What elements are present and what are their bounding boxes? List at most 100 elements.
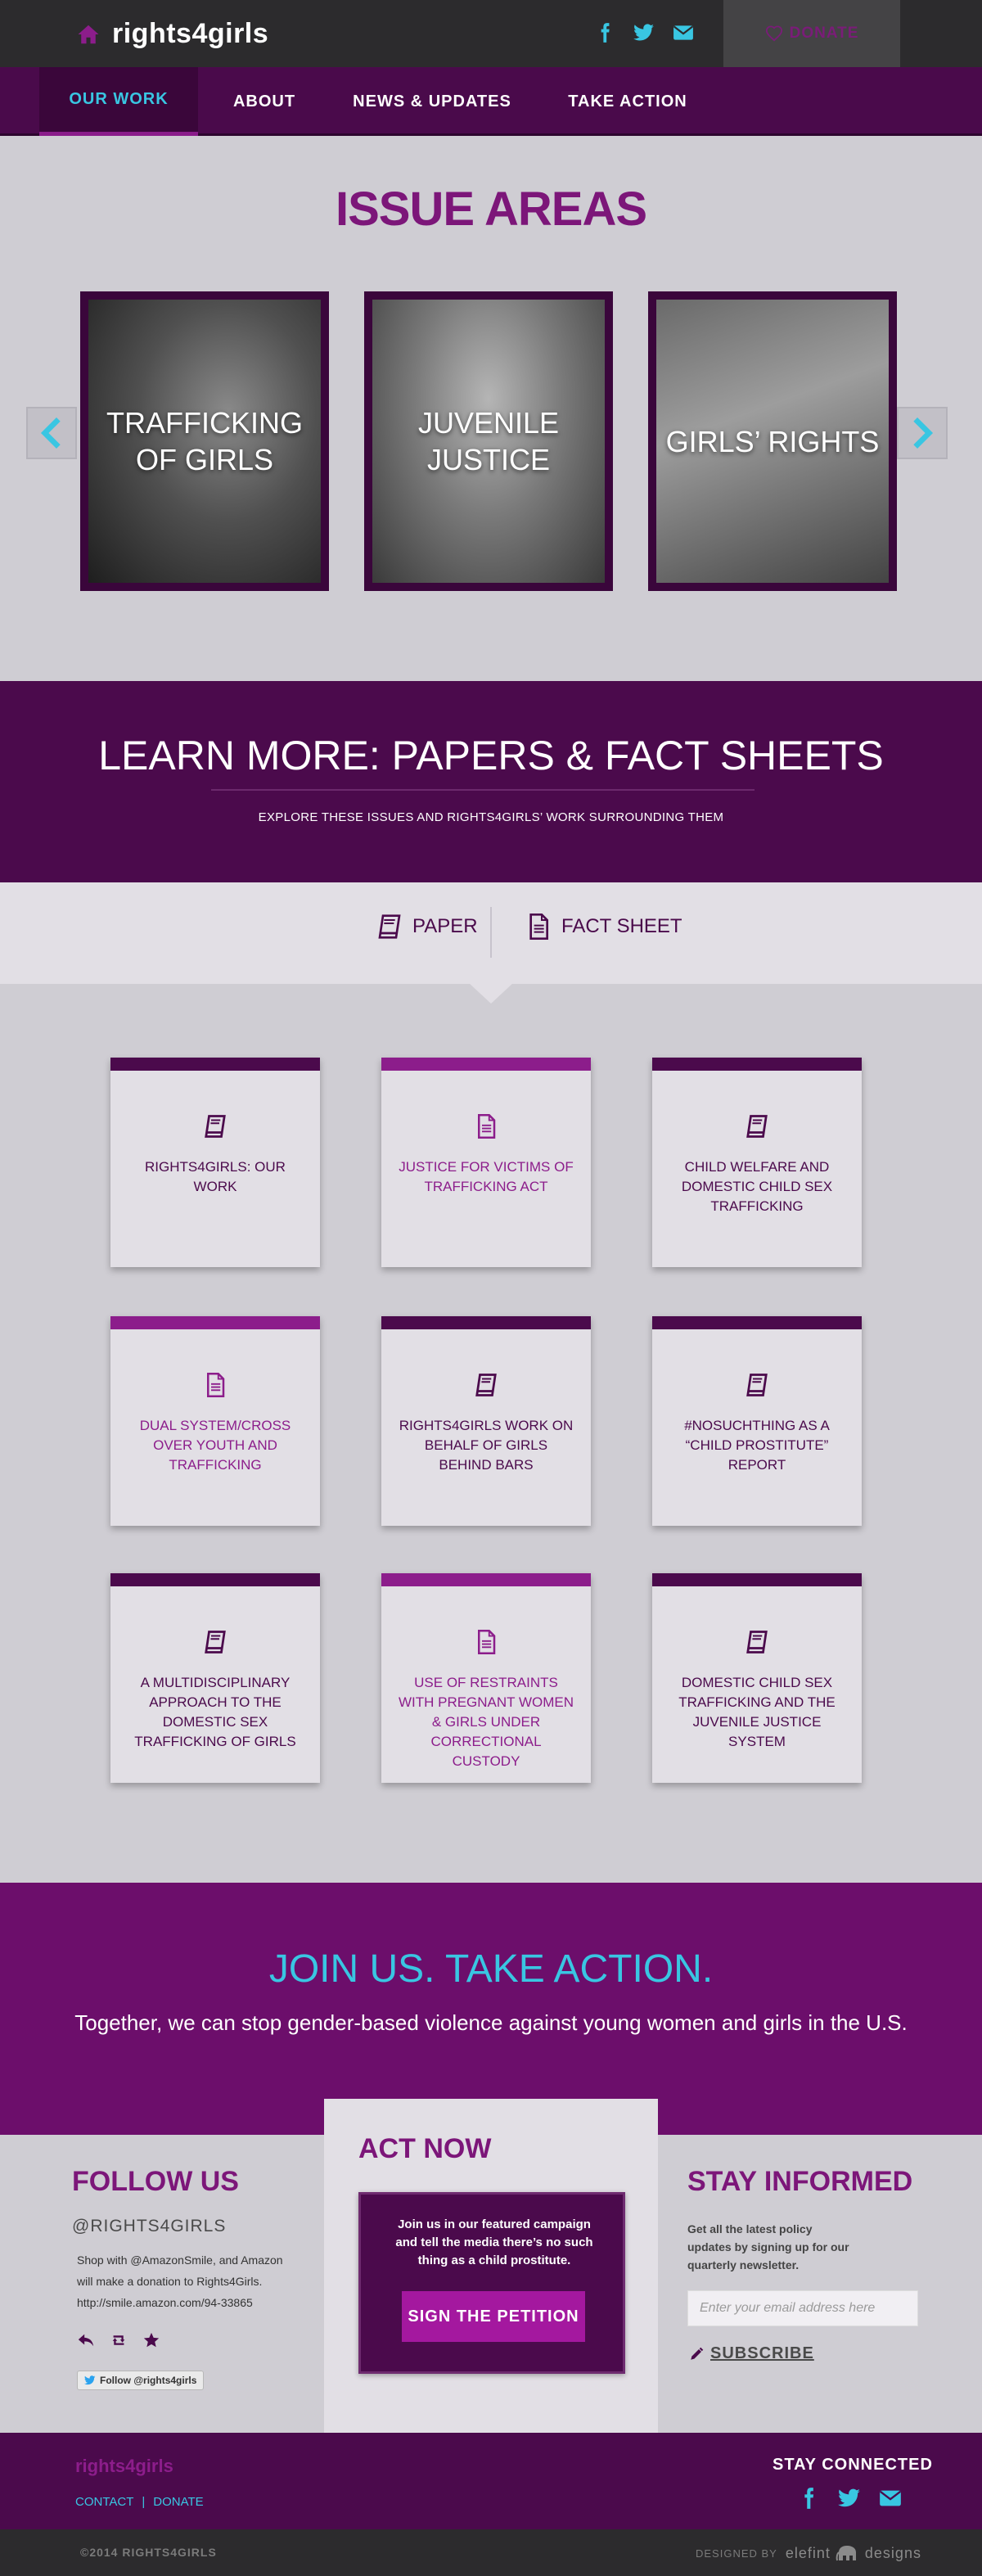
document-icon <box>207 1373 225 1397</box>
follow-button-label: Follow @rights4girls <box>100 2375 197 2386</box>
newsletter-email-input[interactable] <box>687 2290 918 2326</box>
main-nav: OUR WORK ABOUT NEWS & UPDATES TAKE ACTIO… <box>0 67 982 136</box>
email-icon[interactable] <box>879 2487 902 2510</box>
favorite-icon[interactable] <box>142 2331 160 2349</box>
nav-item-about[interactable]: ABOUT <box>219 67 309 136</box>
book-icon <box>746 1115 768 1138</box>
stay-connected-heading: STAY CONNECTED <box>773 2456 933 2474</box>
footer-link-separator: | <box>142 2495 146 2509</box>
footer-donate-link[interactable]: DONATE <box>153 2495 203 2509</box>
document-card[interactable]: DUAL SYSTEM/CROSS OVER YOUTH AND TRAFFIC… <box>110 1316 320 1526</box>
brand[interactable]: rights4girls <box>76 18 268 50</box>
filter-pointer <box>468 982 514 1004</box>
document-card[interactable]: DOMESTIC CHILD SEX TRAFFICKING AND THE J… <box>652 1573 862 1783</box>
document-card-title: JUSTICE FOR VICTIMS OF TRAFFICKING ACT <box>399 1159 574 1194</box>
tweet-actions <box>77 2331 160 2349</box>
document-icon <box>529 914 548 940</box>
issue-label: JUVENILE JUSTICE <box>417 406 560 476</box>
copyright-bar: ©2014 RIGHTS4GIRLS DESIGNED BY elefint d… <box>0 2529 982 2576</box>
filter-tab-paper[interactable]: PAPER <box>376 914 478 940</box>
learn-more-subtitle: EXPLORE THESE ISSUES AND RIGHTS4GIRLS’ W… <box>258 810 724 824</box>
issue-image-girls-rights: GIRLS’ RIGHTS <box>656 300 889 583</box>
document-card[interactable]: USE OF RESTRAINTS WITH PREGNANT WOMEN & … <box>381 1573 591 1783</box>
document-filter: PAPER FACT SHEET <box>0 882 982 984</box>
twitter-handle: @RIGHTS4GIRLS <box>72 2217 227 2235</box>
filter-tab-fact-sheet[interactable]: FACT SHEET <box>525 914 682 940</box>
copyright: ©2014 RIGHTS4GIRLS <box>80 2546 217 2559</box>
document-card[interactable]: JUSTICE FOR VICTIMS OF TRAFFICKING ACT <box>381 1058 591 1267</box>
filter-divider <box>490 907 492 958</box>
document-card-title: DUAL SYSTEM/CROSS OVER YOUTH AND TRAFFIC… <box>139 1418 291 1473</box>
book-icon <box>205 1631 226 1653</box>
heart-icon <box>765 25 782 42</box>
footer: rights4girls CONTACT | DONATE STAY CONNE… <box>0 2433 982 2529</box>
subscribe-link[interactable]: SUBSCRIBE <box>689 2344 814 2363</box>
top-bar: rights4girls DONATE <box>0 0 982 67</box>
issue-card-juvenile-justice[interactable]: JUVENILE JUSTICE <box>364 291 613 591</box>
issue-image-trafficking: TRAFFICKING OF GIRLS <box>88 300 321 583</box>
donate-label: DONATE <box>789 25 859 42</box>
document-card-bar <box>652 1058 862 1071</box>
document-card-bar <box>381 1573 591 1586</box>
footer-brand[interactable]: rights4girls <box>75 2456 173 2477</box>
document-icon <box>478 1630 496 1654</box>
document-card-title: A MULTIDISCIPLINARY APPROACH TO THE DOME… <box>134 1675 296 1749</box>
elephant-icon <box>836 2546 856 2561</box>
reply-icon[interactable] <box>77 2331 95 2349</box>
book-icon <box>746 1631 768 1653</box>
issue-card-girls-rights[interactable]: GIRLS’ RIGHTS <box>648 291 897 591</box>
carousel-prev-button[interactable] <box>26 407 77 459</box>
petition-box: Join us in our featured campaign and tel… <box>358 2192 625 2374</box>
sign-petition-button[interactable]: SIGN THE PETITION <box>402 2291 585 2342</box>
book-icon <box>205 1115 226 1138</box>
footer-contact-link[interactable]: CONTACT <box>75 2495 133 2509</box>
filter-fact-label: FACT SHEET <box>561 915 682 937</box>
document-card-title: #NOSUCHTHING AS A “CHILD PROSTITUTE” REP… <box>684 1418 830 1473</box>
stay-informed-heading: STAY INFORMED <box>687 2166 913 2197</box>
home-icon <box>78 25 99 43</box>
document-card-title: DOMESTIC CHILD SEX TRAFFICKING AND THE J… <box>678 1675 836 1749</box>
retweet-icon[interactable] <box>110 2331 128 2349</box>
footer-social-links <box>797 2487 902 2510</box>
document-card-title: CHILD WELFARE AND DOMESTIC CHILD SEX TRA… <box>681 1159 833 1214</box>
document-card-bar <box>652 1316 862 1329</box>
facebook-icon[interactable] <box>797 2487 820 2510</box>
document-card-bar <box>110 1058 320 1071</box>
brand-name: rights4girls <box>112 18 269 49</box>
document-card[interactable]: A MULTIDISCIPLINARY APPROACH TO THE DOME… <box>110 1573 320 1783</box>
document-card[interactable]: RIGHTS4GIRLS: OUR WORK <box>110 1058 320 1267</box>
act-now-panel: ACT NOW Join us in our featured campaign… <box>324 2099 658 2433</box>
social-links <box>594 22 694 43</box>
twitter-icon[interactable] <box>838 2487 861 2510</box>
document-card[interactable]: CHILD WELFARE AND DOMESTIC CHILD SEX TRA… <box>652 1058 862 1267</box>
twitter-icon[interactable] <box>633 22 655 43</box>
divider <box>211 789 755 791</box>
designer-credit[interactable]: DESIGNED BY elefint designs <box>696 2544 921 2562</box>
book-icon <box>378 914 401 939</box>
donate-button[interactable]: DONATE <box>723 0 900 67</box>
issue-image-juvenile-justice: JUVENILE JUSTICE <box>372 300 605 583</box>
facebook-icon[interactable] <box>594 22 615 43</box>
document-card[interactable]: RIGHTS4GIRLS WORK ON BEHALF OF GIRLS BEH… <box>381 1316 591 1526</box>
document-card[interactable]: #NOSUCHTHING AS A “CHILD PROSTITUTE” REP… <box>652 1316 862 1526</box>
designer-logo: elefint designs <box>785 2544 921 2561</box>
document-card-title: USE OF RESTRAINTS WITH PREGNANT WOMEN & … <box>398 1675 574 1769</box>
join-subtitle: Together, we can stop gender-based viole… <box>74 2010 908 2035</box>
nav-item-our-work[interactable]: OUR WORK <box>39 67 198 136</box>
nav-item-news-updates[interactable]: NEWS & UPDATES <box>350 67 514 136</box>
issue-label: GIRLS’ RIGHTS <box>665 424 880 458</box>
issue-card-trafficking[interactable]: TRAFFICKING OF GIRLS <box>80 291 329 591</box>
email-icon[interactable] <box>673 22 694 43</box>
nav-item-take-action[interactable]: TAKE ACTION <box>563 67 692 136</box>
petition-text: Join us in our featured campaign and tel… <box>395 2217 593 2267</box>
filter-paper-label: PAPER <box>412 915 478 937</box>
document-card-bar <box>110 1316 320 1329</box>
carousel-next-button[interactable] <box>897 407 948 459</box>
twitter-follow-button[interactable]: Follow @rights4girls <box>77 2371 205 2390</box>
pencil-icon <box>691 2347 704 2360</box>
join-section: JOIN US. TAKE ACTION. Together, we can s… <box>0 1883 982 2135</box>
designed-by-label: DESIGNED BY <box>696 2547 777 2560</box>
book-icon <box>746 1374 768 1396</box>
act-now-heading: ACT NOW <box>358 2133 492 2164</box>
document-card-bar <box>110 1573 320 1586</box>
